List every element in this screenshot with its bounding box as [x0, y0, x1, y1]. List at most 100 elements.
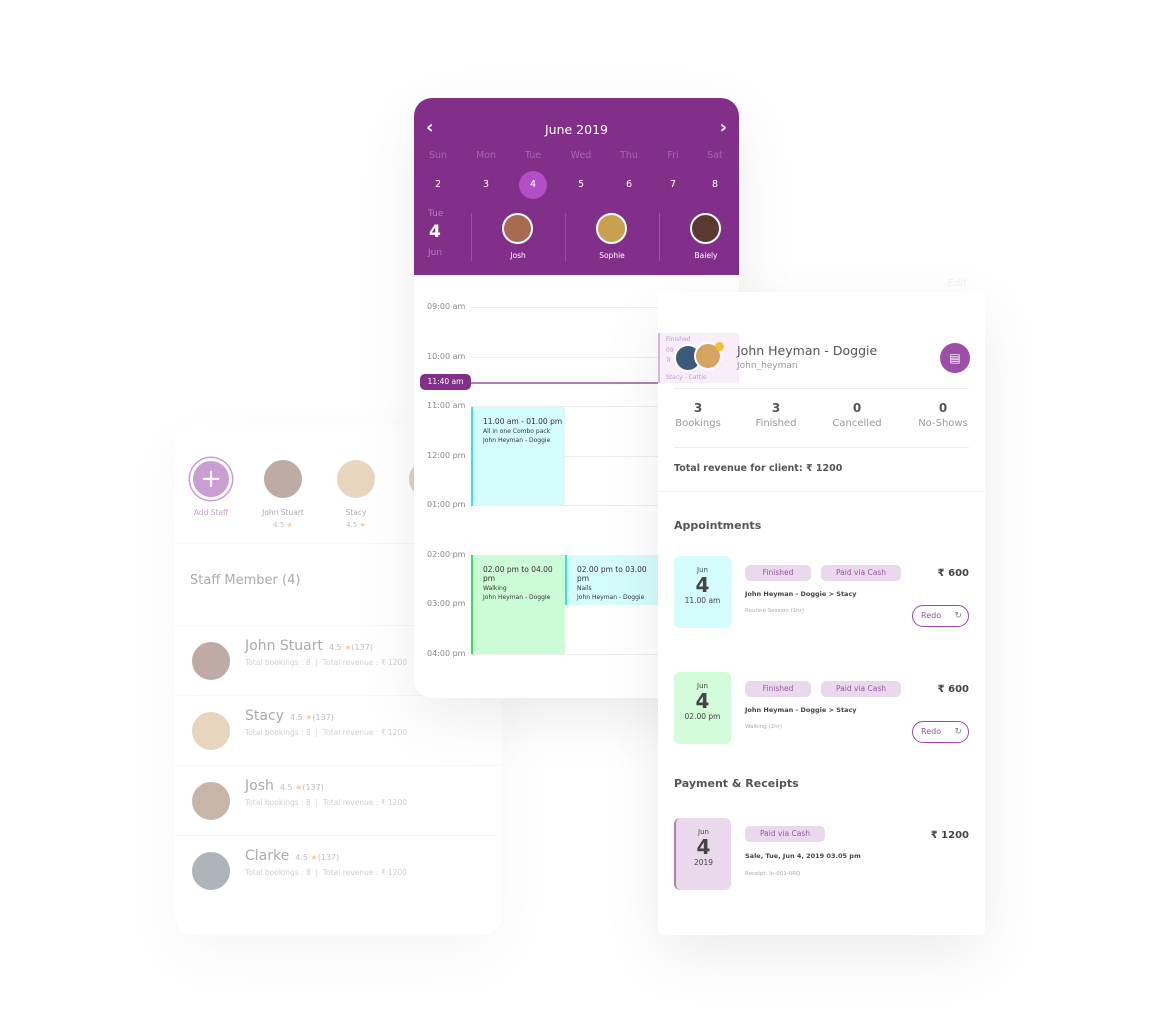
next-month-chevron-icon[interactable]: ›	[720, 117, 727, 138]
event-client: John Heyman - Doggie	[483, 437, 551, 444]
weekday-label: Sun	[428, 150, 448, 161]
day-button[interactable]: 8	[701, 171, 729, 199]
day-button[interactable]: 2	[424, 171, 452, 199]
redo-button[interactable]: Redo ↻	[912, 721, 969, 743]
payments-title: Payment & Receipts	[674, 777, 799, 790]
weekday-label: Wed	[570, 150, 592, 161]
client-name: John Heyman - Doggie	[737, 343, 878, 358]
calendar-event[interactable]: 02.00 pm to 04.00 pm Walking John Heyman -…	[471, 555, 565, 654]
payment-badge: Paid via Cash	[821, 565, 901, 581]
staff-name: John Stuart	[245, 638, 323, 654]
calendar-event[interactable]: 11.00 am - 01.00 pm All in one Combo pack…	[471, 407, 565, 506]
event-client: John Heyman - Doggie	[577, 594, 645, 601]
staff-list-item[interactable]: Josh 4.5 ★(137) Total bookings : 8 | Tota…	[175, 765, 501, 835]
day-button[interactable]: 5	[567, 171, 595, 199]
staff-list-item[interactable]: Stacy 4.5 ★(137) Total bookings : 8 | Tot…	[175, 695, 501, 765]
stat-cancelled: 0 Cancelled	[832, 401, 882, 429]
chat-button[interactable]: ▤	[940, 343, 970, 373]
avatar-baiely[interactable]	[690, 213, 721, 244]
event-time: 09	[666, 347, 674, 354]
avatar-sophie[interactable]	[596, 213, 627, 244]
appointment-date: Jun 4 11.00 am	[674, 556, 731, 628]
time-label: 10:00 am	[427, 351, 466, 361]
staff-name: Baiely	[694, 251, 718, 260]
avatar	[190, 710, 232, 752]
staff-name: Josh	[510, 251, 526, 260]
event-service: Tr	[666, 357, 672, 364]
event-status: Finished	[666, 336, 691, 343]
day-button[interactable]: 3	[472, 171, 500, 199]
redo-label: Redo	[921, 727, 942, 736]
day-button[interactable]: 6	[615, 171, 643, 199]
receipt-price: ₹ 1200	[930, 830, 969, 841]
avatar[interactable]	[335, 458, 377, 500]
day-selected[interactable]: 4	[519, 171, 547, 199]
star-icon: ★	[310, 853, 318, 862]
staff-name: Stacy	[345, 508, 367, 517]
time-label: 11:00 am	[427, 401, 466, 410]
status-badge: Finished	[745, 565, 811, 581]
time-label: 01:00 pm	[427, 500, 466, 509]
event-time: 02.00 pm to 03.00 pm	[577, 565, 647, 583]
client-username: John_heyman	[737, 361, 798, 371]
payment-badge: Paid via Cash	[821, 681, 901, 697]
appointment-detail: Routine Session (1hr)	[745, 608, 804, 614]
add-staff-label: Add Staff	[193, 508, 229, 517]
time-label: 03:00 pm	[427, 599, 466, 608]
client-panel: Edit Finished 09 Tr Stacy - Cattie John …	[658, 278, 985, 935]
star-icon: ★	[286, 521, 293, 529]
emoji-icon	[715, 342, 724, 351]
receipt-date: Jun 4 2019	[674, 818, 731, 890]
event-time: 02.00 pm to 04.00 pm	[483, 565, 553, 583]
payment-badge: Paid via Cash	[745, 826, 825, 842]
avatar-josh[interactable]	[502, 213, 533, 244]
appointments-title: Appointments	[674, 519, 762, 532]
redo-button[interactable]: Redo ↻	[912, 605, 969, 627]
avatar	[190, 780, 232, 822]
event-service: All in one Combo pack	[483, 428, 551, 435]
staff-count-title: Staff Member (4)	[190, 573, 301, 588]
staff-rating: 4.5 ★	[273, 521, 293, 529]
weekday-label: Tue	[524, 150, 542, 161]
time-label: 09:00 am	[427, 302, 466, 311]
event-time: 11.00 am - 01.00 pm	[483, 417, 563, 426]
selected-weekday: Tue	[428, 209, 444, 219]
avatar	[190, 850, 232, 892]
stat-finished: 3 Finished	[755, 401, 797, 429]
staff-name: Josh	[245, 778, 274, 794]
staff-name: Clarke	[245, 848, 290, 864]
refresh-icon: ↻	[954, 727, 962, 737]
appointment-detail: Walking (1hr)	[745, 724, 782, 730]
receipt-title: Sale, Tue, Jun 4, 2019 03.05 pm	[745, 852, 861, 860]
month-title: June 2019	[544, 122, 608, 137]
event-service: Nails	[577, 585, 592, 592]
time-label: 02:00 pm	[427, 549, 466, 559]
status-badge: Finished	[745, 681, 811, 697]
edit-button[interactable]: Edit	[948, 278, 967, 289]
receipt-number[interactable]: Receipt: In-001-0RQ	[745, 871, 800, 877]
current-time-badge: 11:40 am	[420, 374, 471, 390]
staff-name: John Stuart	[262, 508, 304, 517]
staff-rating: 4.5 ★	[346, 521, 366, 529]
chat-icon: ▤	[949, 351, 961, 365]
add-staff-button[interactable]: +	[190, 458, 232, 500]
time-label: 12:00 pm	[427, 450, 466, 460]
staff-name: Sophie	[599, 251, 625, 260]
weekday-label: Mon	[475, 150, 497, 161]
appointment-date: Jun 4 02.00 pm	[674, 672, 731, 744]
time-label: 04:00 pm	[427, 648, 466, 658]
client-revenue: Total revenue for client: ₹ 1200	[674, 463, 843, 474]
day-button[interactable]: 7	[659, 171, 687, 199]
appointment-title: John Heyman - Doggie > Stacy	[745, 706, 857, 714]
stat-no-shows: 0 No-Shows	[918, 401, 968, 429]
selected-month: Jun	[428, 248, 443, 258]
calendar-event[interactable]: 02.00 pm to 03.00 pm Nails John Heyman - D…	[565, 555, 658, 605]
refresh-icon: ↻	[954, 611, 962, 621]
staff-list-item[interactable]: Clarke 4.5 ★(137) Total bookings : 8 | To…	[175, 835, 501, 905]
event-client: Stacy - Cattie	[666, 374, 707, 381]
avatar[interactable]	[262, 458, 304, 500]
selected-day-number: 4	[429, 222, 441, 242]
weekday-label: Fri	[667, 150, 679, 161]
appointment-price: ₹ 600	[937, 684, 969, 695]
appointment-price: ₹ 600	[937, 568, 969, 579]
